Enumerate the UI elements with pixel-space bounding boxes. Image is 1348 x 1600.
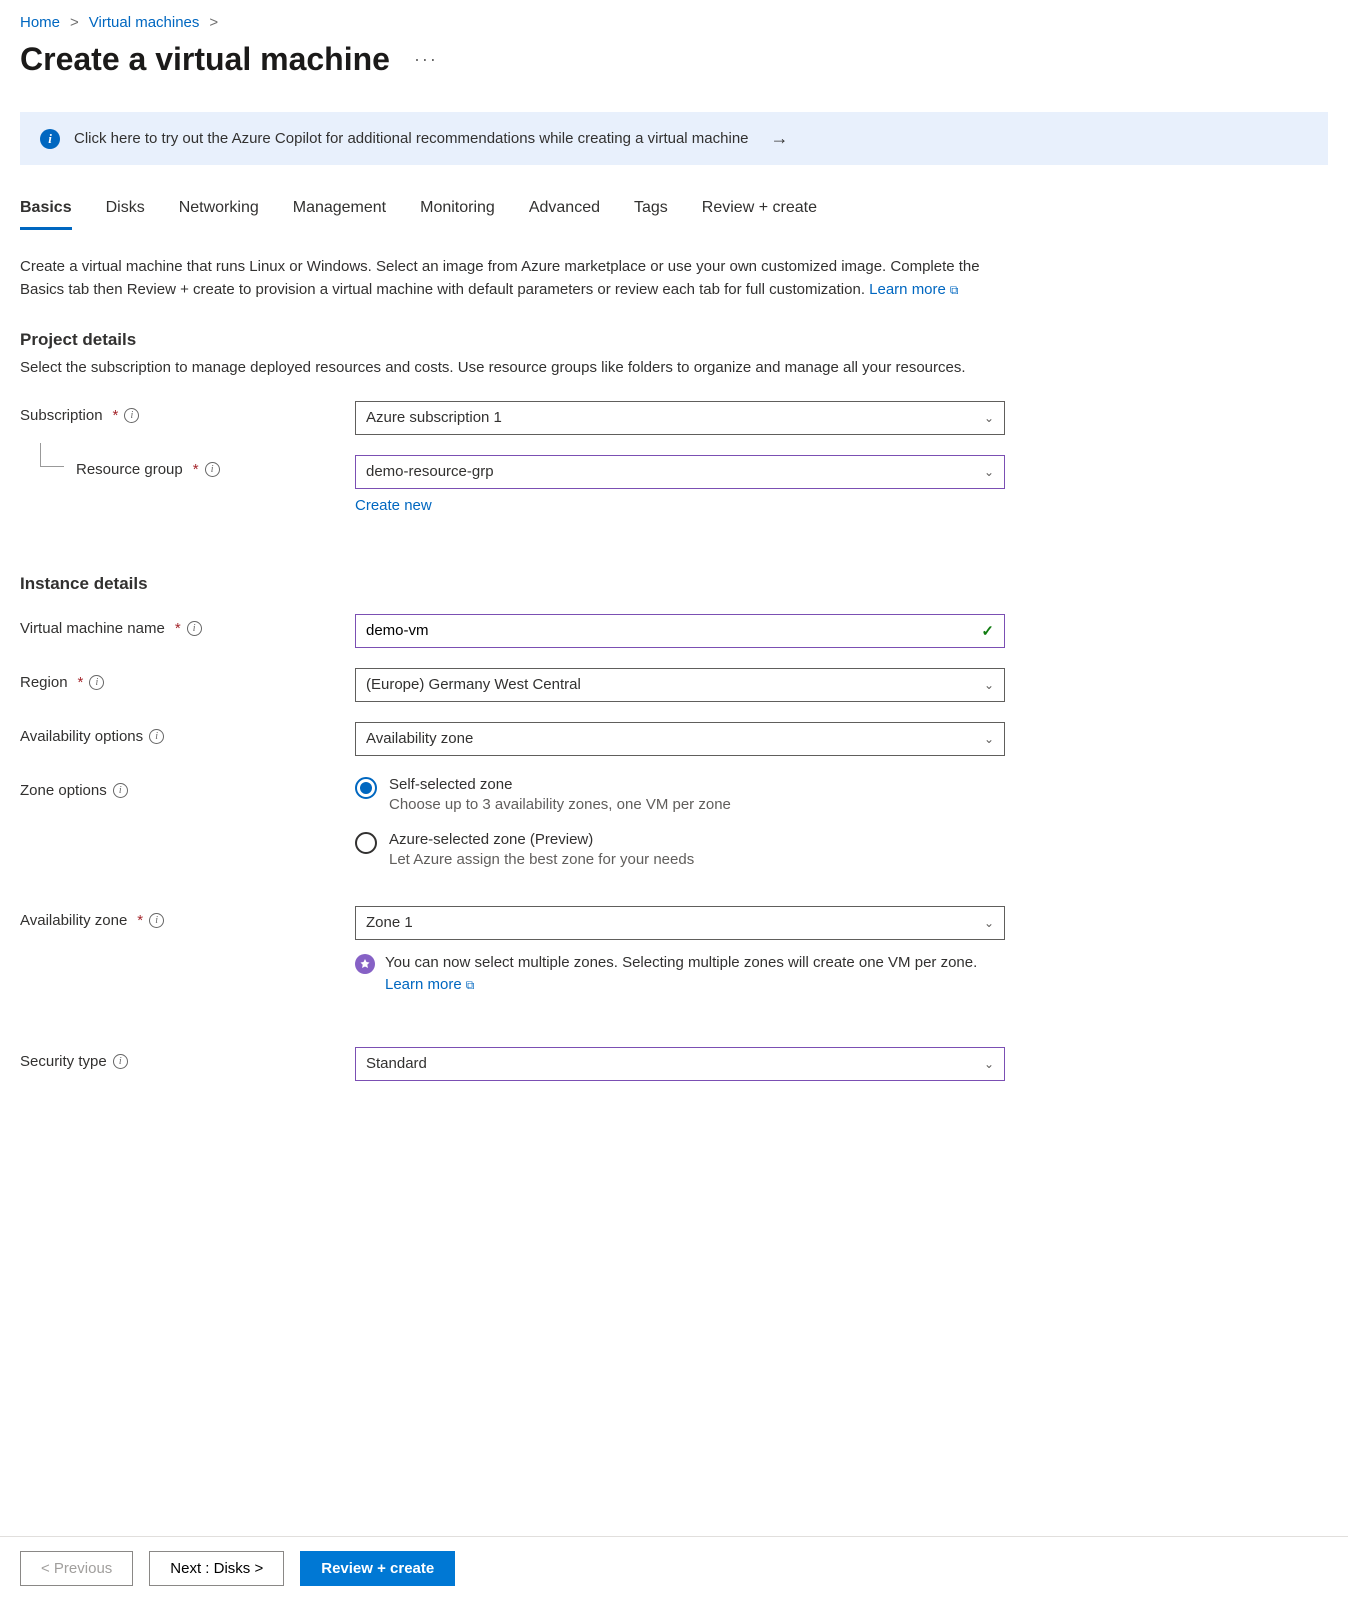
tab-tags[interactable]: Tags xyxy=(634,199,668,230)
info-icon[interactable]: i xyxy=(205,462,220,477)
learn-more-label: Learn more xyxy=(869,281,946,298)
security-type-select[interactable]: Standard ⌄ xyxy=(355,1047,1005,1081)
info-icon[interactable]: i xyxy=(89,675,104,690)
region-select[interactable]: (Europe) Germany West Central ⌄ xyxy=(355,668,1005,702)
chevron-right-icon: > xyxy=(209,14,218,31)
indent-line xyxy=(40,443,64,467)
resource-group-value: demo-resource-grp xyxy=(366,463,494,480)
zone-options-label-text: Zone options xyxy=(20,782,107,799)
availability-zone-label: Availability zone * i xyxy=(20,906,355,929)
resource-group-label-text: Resource group xyxy=(76,461,183,478)
vm-name-label: Virtual machine name * i xyxy=(20,614,355,637)
external-link-icon: ⧉ xyxy=(950,283,959,297)
intro-body: Create a virtual machine that runs Linux… xyxy=(20,258,980,298)
chevron-down-icon: ⌄ xyxy=(984,732,994,746)
footer: < Previous Next : Disks > Review + creat… xyxy=(0,1536,1348,1600)
zone-options-label: Zone options i xyxy=(20,776,355,799)
breadcrumb-vms[interactable]: Virtual machines xyxy=(89,14,200,31)
section-instance-details: Instance details xyxy=(20,574,1328,594)
check-icon: ✓ xyxy=(981,622,994,640)
zone-info-note: You can now select multiple zones. Selec… xyxy=(355,952,1005,997)
chevron-down-icon: ⌄ xyxy=(984,1057,994,1071)
tabs: Basics Disks Networking Management Monit… xyxy=(20,199,1328,231)
info-icon[interactable]: i xyxy=(149,913,164,928)
rocket-icon xyxy=(355,954,375,974)
zone-learn-more-label: Learn more xyxy=(385,976,462,993)
required-asterisk: * xyxy=(137,912,143,929)
vm-name-label-text: Virtual machine name xyxy=(20,620,165,637)
zone-learn-more-link[interactable]: Learn more ⧉ xyxy=(385,976,474,993)
tab-management[interactable]: Management xyxy=(293,199,386,230)
tab-disks[interactable]: Disks xyxy=(106,199,145,230)
chevron-down-icon: ⌄ xyxy=(984,411,994,425)
section-project-details: Project details xyxy=(20,330,1328,350)
project-details-desc: Select the subscription to manage deploy… xyxy=(20,356,1000,379)
more-icon[interactable]: ··· xyxy=(414,49,438,70)
external-link-icon: ⧉ xyxy=(466,978,475,992)
copilot-banner[interactable]: i Click here to try out the Azure Copilo… xyxy=(20,112,1328,165)
radio-self-label: Self-selected zone xyxy=(389,776,731,793)
learn-more-link[interactable]: Learn more ⧉ xyxy=(869,281,958,298)
review-create-button[interactable]: Review + create xyxy=(300,1551,455,1586)
radio-azure-desc: Let Azure assign the best zone for your … xyxy=(389,851,694,868)
required-asterisk: * xyxy=(78,674,84,691)
tab-review-create[interactable]: Review + create xyxy=(702,199,817,230)
tab-networking[interactable]: Networking xyxy=(179,199,259,230)
radio-self-desc: Choose up to 3 availability zones, one V… xyxy=(389,796,731,813)
security-type-label-text: Security type xyxy=(20,1053,107,1070)
info-icon[interactable]: i xyxy=(124,408,139,423)
previous-button[interactable]: < Previous xyxy=(20,1551,133,1586)
radio-azure-selected[interactable] xyxy=(355,832,377,854)
availability-zone-label-text: Availability zone xyxy=(20,912,127,929)
info-icon[interactable]: i xyxy=(113,1054,128,1069)
security-type-label: Security type i xyxy=(20,1047,355,1070)
availability-options-select[interactable]: Availability zone ⌄ xyxy=(355,722,1005,756)
chevron-right-icon: > xyxy=(70,14,79,31)
subscription-value: Azure subscription 1 xyxy=(366,409,502,426)
availability-options-value: Availability zone xyxy=(366,730,473,747)
region-label-text: Region xyxy=(20,674,68,691)
availability-zone-select[interactable]: Zone 1 ⌄ xyxy=(355,906,1005,940)
tab-basics[interactable]: Basics xyxy=(20,199,72,230)
info-icon[interactable]: i xyxy=(149,729,164,744)
info-icon: i xyxy=(40,129,60,149)
security-type-value: Standard xyxy=(366,1055,427,1072)
required-asterisk: * xyxy=(193,461,199,478)
chevron-down-icon: ⌄ xyxy=(984,678,994,692)
info-icon[interactable]: i xyxy=(187,621,202,636)
region-value: (Europe) Germany West Central xyxy=(366,676,581,693)
zone-note-text: You can now select multiple zones. Selec… xyxy=(385,954,977,971)
resource-group-select[interactable]: demo-resource-grp ⌄ xyxy=(355,455,1005,489)
availability-zone-value: Zone 1 xyxy=(366,914,413,931)
radio-azure-label: Azure-selected zone (Preview) xyxy=(389,831,694,848)
tab-monitoring[interactable]: Monitoring xyxy=(420,199,495,230)
vm-name-input[interactable] xyxy=(366,622,981,639)
subscription-select[interactable]: Azure subscription 1 ⌄ xyxy=(355,401,1005,435)
breadcrumb: Home > Virtual machines > xyxy=(20,14,1328,31)
chevron-down-icon: ⌄ xyxy=(984,465,994,479)
arrow-right-icon: → xyxy=(771,128,789,149)
required-asterisk: * xyxy=(175,620,181,637)
page-title: Create a virtual machine xyxy=(20,41,390,78)
info-icon[interactable]: i xyxy=(113,783,128,798)
banner-text: Click here to try out the Azure Copilot … xyxy=(74,130,749,147)
intro-text: Create a virtual machine that runs Linux… xyxy=(20,255,1000,302)
tab-advanced[interactable]: Advanced xyxy=(529,199,600,230)
vm-name-input-wrapper: ✓ xyxy=(355,614,1005,648)
zone-options-radio-group: Self-selected zone Choose up to 3 availa… xyxy=(355,776,1005,868)
radio-self-selected[interactable] xyxy=(355,777,377,799)
subscription-label-text: Subscription xyxy=(20,407,103,424)
breadcrumb-home[interactable]: Home xyxy=(20,14,60,31)
chevron-down-icon: ⌄ xyxy=(984,916,994,930)
subscription-label: Subscription * i xyxy=(20,401,355,424)
next-button[interactable]: Next : Disks > xyxy=(149,1551,284,1586)
region-label: Region * i xyxy=(20,668,355,691)
availability-options-label-text: Availability options xyxy=(20,728,143,745)
create-new-link[interactable]: Create new xyxy=(355,497,432,514)
required-asterisk: * xyxy=(113,407,119,424)
availability-options-label: Availability options i xyxy=(20,722,355,745)
resource-group-label: Resource group * i xyxy=(20,455,355,478)
